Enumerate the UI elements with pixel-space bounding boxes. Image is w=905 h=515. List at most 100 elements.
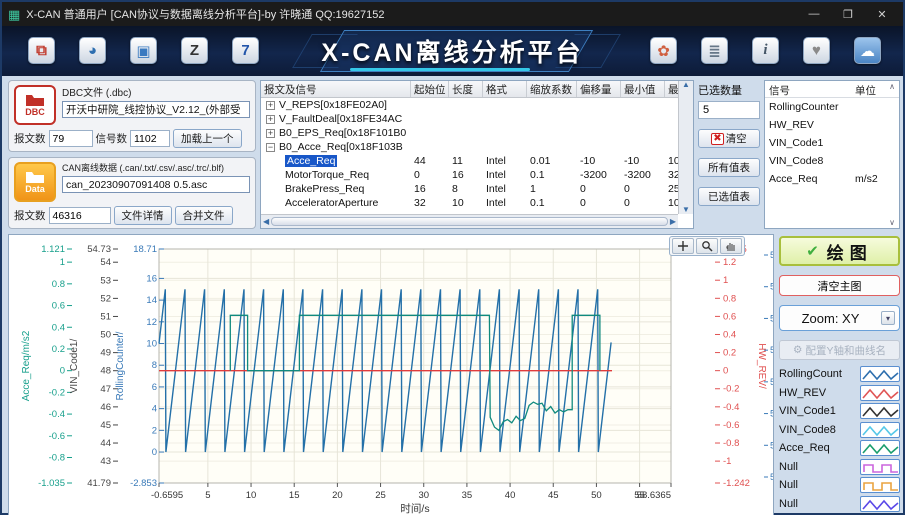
signal-row[interactable]: Acce_Req4411Intel0.01-10-1010m/s2NC无 xyxy=(261,154,678,168)
load-previous-button[interactable]: 加载上一个 xyxy=(173,129,242,148)
list-icon[interactable]: ≣ xyxy=(701,37,728,64)
column-header[interactable]: 最大值 xyxy=(665,81,678,97)
chart-control-panel: ✔ 绘图 清空主图 Zoom: XY ▾ ⚙ 配置Y轴和曲线名 RollingC… xyxy=(779,234,900,515)
draw-button[interactable]: ✔ 绘图 xyxy=(779,236,900,266)
column-header[interactable]: 报文及信号 xyxy=(261,81,411,97)
configure-axes-button[interactable]: ⚙ 配置Y轴和曲线名 xyxy=(779,340,900,360)
message-row[interactable]: +V_FaultDeal[0x18FE34AC xyxy=(261,112,678,126)
svg-text:-0.4: -0.4 xyxy=(723,402,739,413)
list-scrollbar[interactable]: ∧ ∨ xyxy=(886,82,898,227)
dbc-msg-count-label: 报文数 xyxy=(14,131,46,146)
can-msg-count[interactable]: 46316 xyxy=(49,207,111,224)
legend-item[interactable]: Null xyxy=(779,476,900,495)
legend-item[interactable]: HW_REV xyxy=(779,384,900,403)
expand-icon[interactable]: + xyxy=(266,129,275,138)
svg-text:1.2: 1.2 xyxy=(723,257,736,268)
scroll-down-icon[interactable]: ▼ xyxy=(682,206,690,214)
column-header[interactable]: 缩放系数 xyxy=(527,81,577,97)
svg-text:5: 5 xyxy=(770,440,773,451)
file-detail-button[interactable]: 文件详情 xyxy=(114,206,172,225)
column-header[interactable]: 长度 xyxy=(449,81,483,97)
flower-icon[interactable]: ✿ xyxy=(650,37,677,64)
file-panels: DBC DBC文件 (.dbc) 开沃中研院_线控协议_V2.12_(外部受 报… xyxy=(8,80,256,229)
svg-text:5: 5 xyxy=(770,377,773,388)
table-vertical-scrollbar[interactable]: ▲ ▼ xyxy=(678,81,693,214)
can-data-file-input[interactable]: can_20230907091408 0.5.asc xyxy=(62,176,250,193)
message-row[interactable]: +V_REPS[0x18FE02A0] xyxy=(261,98,678,112)
legend-label: VIN_Code8 xyxy=(779,424,836,436)
svg-text:8: 8 xyxy=(152,360,157,371)
main-plot[interactable]: 1.12110.80.60.40.20-0.2-0.4-0.6-0.8-1.03… xyxy=(9,235,773,515)
zoom-mode-select[interactable]: Zoom: XY ▾ xyxy=(779,305,900,331)
app-logo-icon: ▦ xyxy=(8,8,20,21)
column-header[interactable]: 偏移量 xyxy=(577,81,621,97)
legend-item[interactable]: VIN_Code1 xyxy=(779,402,900,421)
flash-7-icon[interactable]: 7 xyxy=(232,37,259,64)
close-button[interactable]: ✕ xyxy=(867,5,897,23)
dbc-msg-count[interactable]: 79 xyxy=(49,130,93,147)
table-cell: 0 xyxy=(411,169,449,181)
donate-heart-icon[interactable]: ♥ xyxy=(803,37,830,64)
dbc-file-input[interactable]: 开沃中研院_线控协议_V2.12_(外部受 xyxy=(62,101,250,118)
cloud-icon[interactable]: ☁ xyxy=(854,37,881,64)
info-icon[interactable]: i xyxy=(752,37,779,64)
message-row[interactable]: +B0_EPS_Req[0x18F101B0 xyxy=(261,126,678,140)
main-toolbar: X-CAN离线分析平台 ⧉◕▣Z7 ✿≣i♥☁ xyxy=(2,26,903,76)
legend-waveform-icon xyxy=(860,366,900,382)
dbc-sig-count[interactable]: 1102 xyxy=(130,130,170,147)
scroll-right-icon[interactable]: ▶ xyxy=(670,218,676,226)
pan-hand-button[interactable] xyxy=(720,238,742,254)
selected-count-input[interactable]: 5 xyxy=(698,101,760,119)
selected-signal-item[interactable]: VIN_Code1 xyxy=(765,134,899,152)
expand-icon[interactable]: + xyxy=(266,115,275,124)
scroll-left-icon[interactable]: ◀ xyxy=(263,218,269,226)
merge-files-button[interactable]: 合并文件 xyxy=(175,206,233,225)
table-cell: 102.3 xyxy=(665,197,678,209)
clear-plot-button[interactable]: 清空主图 xyxy=(779,275,900,296)
table-horizontal-scrollbar[interactable]: ◀ ▶ xyxy=(261,214,678,228)
legend-label: RollingCount xyxy=(779,368,842,380)
selected-signal-item[interactable]: VIN_Code8 xyxy=(765,152,899,170)
column-header[interactable]: 最小值 xyxy=(621,81,665,97)
legend-item[interactable]: Null xyxy=(779,495,900,514)
scroll-up-icon[interactable]: ∧ xyxy=(889,82,895,91)
signal-row[interactable]: AcceleratorAperture3210Intel0.100102.3%N… xyxy=(261,196,678,210)
signal-row[interactable]: MotorTorque_Req016Intel0.1-3200-32003200… xyxy=(261,168,678,182)
clear-selection-button[interactable]: ✖清空 xyxy=(698,129,760,148)
table-cell: -3200 xyxy=(621,169,665,181)
helmet-icon[interactable]: ◕ xyxy=(79,37,106,64)
scroll-up-icon[interactable]: ▲ xyxy=(682,81,690,89)
selected-signal-item[interactable]: HW_REV xyxy=(765,116,899,134)
cursor-crosshair-button[interactable] xyxy=(672,238,694,254)
signal-row[interactable]: BrakePress_Req168Intel100250barNC无 xyxy=(261,182,678,196)
selected-values-button[interactable]: 已选值表 xyxy=(698,187,760,206)
all-values-button[interactable]: 所有值表 xyxy=(698,158,760,177)
scrollbar-thumb[interactable] xyxy=(271,217,668,226)
message-row[interactable]: −B0_Acce_Req[0x18F103B xyxy=(261,140,678,154)
legend-item[interactable]: VIN_Code8 xyxy=(779,421,900,440)
can-data-file-icon[interactable]: Data xyxy=(14,162,56,202)
collapse-icon[interactable]: − xyxy=(266,143,275,152)
image-chart-icon[interactable]: ▣ xyxy=(130,37,157,64)
svg-text:54: 54 xyxy=(100,257,111,268)
table-cell: 8 xyxy=(449,183,483,195)
legend-item[interactable]: RollingCount xyxy=(779,365,900,384)
selected-signal-item[interactable]: RollingCounter xyxy=(765,98,899,116)
scroll-down-icon[interactable]: ∨ xyxy=(889,218,895,227)
legend-item[interactable]: Acce_Req xyxy=(779,439,900,458)
legend-item[interactable]: Null xyxy=(779,458,900,477)
svg-text:44: 44 xyxy=(100,438,111,449)
dropdown-arrow-icon[interactable]: ▾ xyxy=(881,311,895,325)
svg-text:58.6365: 58.6365 xyxy=(637,490,671,501)
selected-signal-item[interactable]: Acce_Reqm/s2 xyxy=(765,170,899,188)
maximize-button[interactable]: ❐ xyxy=(833,5,863,23)
svg-text:5: 5 xyxy=(770,313,773,324)
can-matrix-icon[interactable]: ⧉ xyxy=(28,37,55,64)
z-tool-icon[interactable]: Z xyxy=(181,37,208,64)
dbc-file-icon[interactable]: DBC xyxy=(14,85,56,125)
column-header[interactable]: 起始位 xyxy=(411,81,449,97)
expand-icon[interactable]: + xyxy=(266,101,275,110)
column-header[interactable]: 格式 xyxy=(483,81,527,97)
minimize-button[interactable]: — xyxy=(799,5,829,23)
zoom-tool-button[interactable] xyxy=(696,238,718,254)
